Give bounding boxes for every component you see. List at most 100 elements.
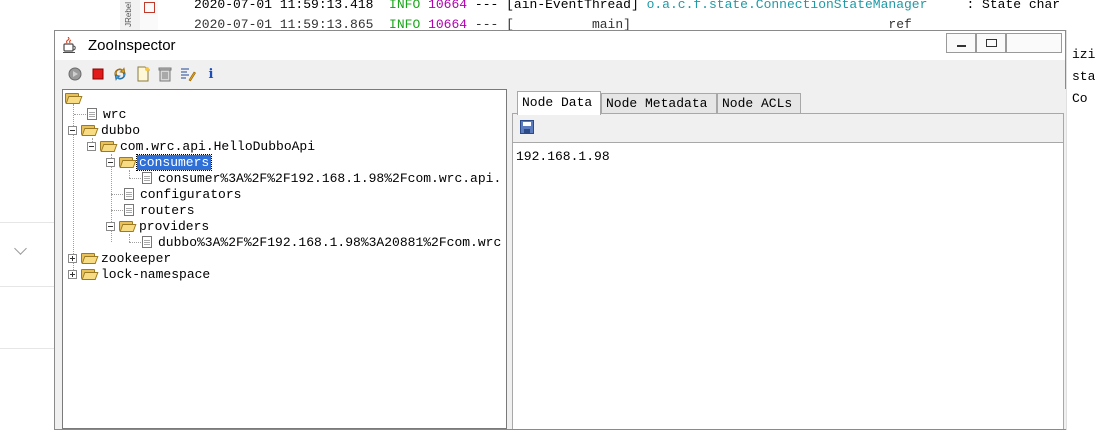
log-logger: o.a.c.f.state.ConnectionStateManager [646,0,928,12]
log-pid: 10664 [428,17,468,30]
maximize-button[interactable] [976,33,1006,53]
tab-node-acls[interactable]: Node ACLs [717,93,801,113]
tree-node-label-selected: consumers [135,153,213,171]
file-icon [87,108,97,120]
tree-node-label: lock-namespace [101,266,211,282]
java-app-icon [63,37,76,53]
log-message: ref [888,17,912,30]
log-pid: 10664 [428,0,468,12]
disconnect-icon[interactable] [90,66,106,82]
tree-node-zookeeper[interactable]: zookeeper [68,250,173,266]
tree-node-label: configurators [140,186,242,202]
close-button[interactable] [1006,33,1062,53]
file-icon [124,188,134,200]
file-icon [124,204,134,216]
folder-open-icon [100,140,118,152]
toolbar: i [55,60,1065,88]
tree-node-label: dubbo [101,122,141,138]
node-data-value: 192.168.1.98 [516,149,610,164]
add-node-icon[interactable] [135,66,151,82]
window-title: ZooInspector [88,37,176,54]
tree-root-node[interactable] [65,90,83,106]
divider [0,222,54,223]
chevron-down-icon[interactable] [14,242,27,255]
exit-icon[interactable] [144,2,155,13]
node-details-pane: Node Data Node Metadata Node ACLs 192.16… [511,89,1066,429]
tree-node-label: zookeeper [101,250,172,266]
folder-closed-icon [81,252,99,264]
log-separator: --- [ [474,17,514,30]
tree-node-dubbo[interactable]: dubbo [68,122,142,138]
background-sidebar [0,0,54,430]
console-right-edge: izi sta Co [1072,44,1096,430]
tree-node-providers[interactable]: providers [106,218,211,234]
node-data-toolbar [513,114,1063,142]
refresh-icon[interactable] [112,66,128,82]
title-bar[interactable]: ZooInspector [55,31,1065,60]
tree-node-label: wrc [103,106,127,122]
folder-open-icon [81,124,99,136]
tab-node-data[interactable]: Node Data [517,91,601,115]
console-fragment: izi [1072,47,1096,62]
tree-node-configurators[interactable]: configurators [121,186,243,202]
jrebel-label: JRebel [124,2,133,27]
tree-node-consumer-item[interactable]: consumer%3A%2F%2F192.168.1.98%2Fcom.wrc.… [139,170,503,186]
console-line: 2020-07-01 11:59:13.865 INFO 10664 --- [… [194,17,912,30]
restore-icon [986,39,997,47]
minimize-button[interactable] [946,33,976,53]
divider [0,286,54,287]
tree-node-wrc[interactable]: wrc [84,106,128,122]
tree-node-label: routers [140,202,195,218]
collapse-icon[interactable] [68,125,77,135]
tree-connector [129,234,130,242]
jrebel-gutter: JRebel [120,0,141,30]
tree-node-label: providers [139,218,210,234]
tree-node-consumers[interactable]: consumers [106,153,213,171]
tree-node-lock-namespace[interactable]: lock-namespace [68,266,212,282]
tree-node-label: consumer%3A%2F%2F192.168.1.98%2Fcom.wrc.… [158,170,502,186]
tree-node-provider-item[interactable]: dubbo%3A%2F%2F192.168.1.98%3A20881%2Fcom… [139,234,503,250]
node-tree[interactable]: wrc dubbo com.wrc.api.HelloDubboApi cons… [62,89,507,429]
collapse-icon[interactable] [106,221,115,231]
console-output: 2020-07-01 11:59:13.418 INFO 10664 --- [… [194,0,1096,30]
node-data-editor[interactable]: 192.168.1.98 [513,142,1063,429]
expand-icon[interactable] [68,269,77,279]
divider [1066,30,1067,430]
divider [0,348,54,349]
expand-icon[interactable] [68,253,77,263]
collapse-icon[interactable] [87,141,96,151]
log-separator: --- [474,0,499,12]
console-fragment: Co [1072,91,1088,106]
tree-node-routers[interactable]: routers [121,202,197,218]
node-data-panel: 192.168.1.98 [512,113,1064,429]
zooinspector-window: ZooInspector i wrc dubbo com.wrc.api.Hel… [54,30,1066,430]
minimize-icon [957,45,966,47]
log-timestamp: 2020-07-01 11:59:13.865 [194,17,374,30]
tree-node-label: com.wrc.api.HelloDubboApi [120,138,316,154]
tab-node-metadata[interactable]: Node Metadata [601,93,717,113]
console-fragment: sta [1072,69,1096,84]
log-thread: main] [591,17,631,30]
connect-icon[interactable] [67,66,83,82]
log-timestamp: 2020-07-01 11:59:13.418 [194,0,374,12]
node-viewers-icon[interactable] [180,66,196,82]
folder-closed-icon [81,268,99,280]
file-icon [142,172,152,184]
console-line: 2020-07-01 11:59:13.418 INFO 10664 --- [… [194,0,1060,12]
folder-open-icon [119,220,137,232]
file-icon [142,236,152,248]
delete-node-icon[interactable] [157,66,173,82]
collapse-icon[interactable] [106,157,115,167]
console-action-gutter [140,0,158,30]
log-level: INFO [389,0,421,12]
log-level: INFO [389,17,421,30]
folder-open-icon [119,156,137,168]
tree-connector [129,170,130,178]
log-thread: [ain-EventThread] [506,0,639,12]
save-icon[interactable] [520,120,534,134]
log-message: : State char [966,0,1061,12]
about-icon[interactable]: i [203,66,219,82]
folder-open-icon [65,92,83,104]
tree-node-label: dubbo%3A%2F%2F192.168.1.98%3A20881%2Fcom… [158,234,502,250]
tree-node-api[interactable]: com.wrc.api.HelloDubboApi [87,138,317,154]
